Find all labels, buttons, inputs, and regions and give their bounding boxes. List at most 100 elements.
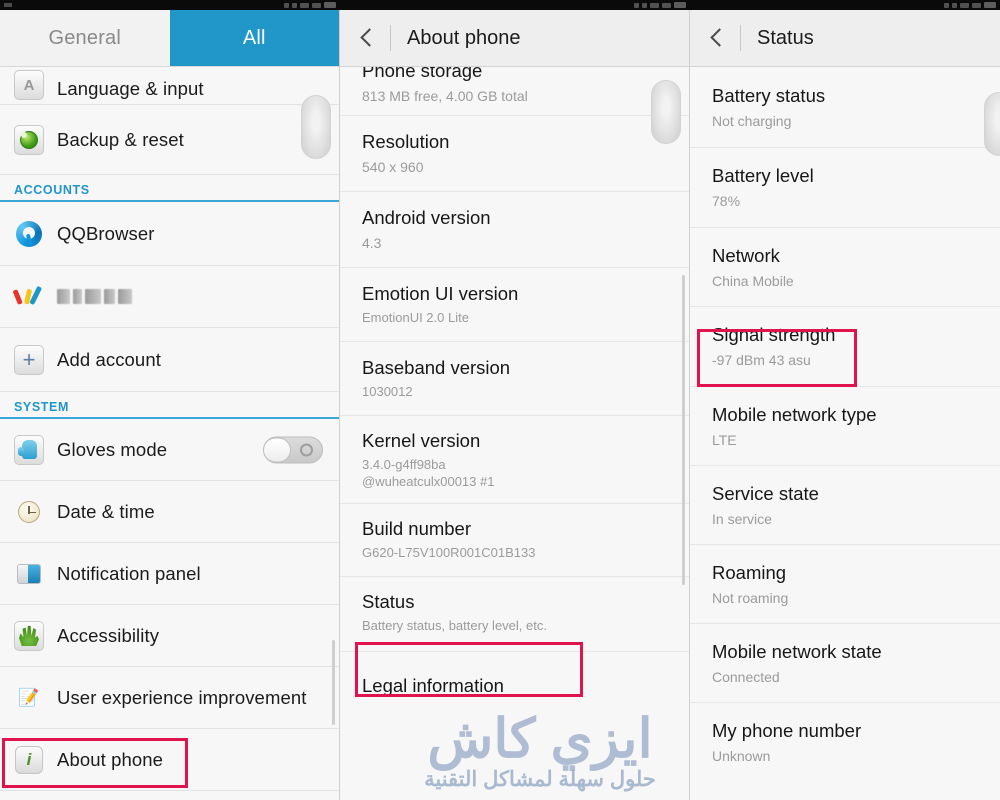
sidebar-item-date-time[interactable]: Date & time: [0, 481, 339, 543]
notification-icon: [944, 2, 949, 8]
info-row-value: Unknown: [712, 748, 771, 765]
info-row-title: Status: [362, 590, 415, 612]
sidebar-item-label: About phone: [57, 748, 164, 770]
status-bar-segment-right: [690, 0, 1000, 10]
toggle-off-marker: [300, 443, 313, 456]
info-row-value: 3.4.0-g4ff98ba @wuheatculx00013 #1: [362, 457, 495, 490]
sidebar-item-notification-panel[interactable]: Notification panel: [0, 543, 339, 605]
section-header-label: SYSTEM: [14, 400, 69, 414]
sidebar-item-label: Date & time: [57, 500, 155, 522]
sidebar-item-label: Accessibility: [57, 624, 160, 646]
info-row-value: 4.3: [362, 235, 382, 252]
info-row-roaming[interactable]: Roaming Not roaming: [690, 545, 1000, 625]
sidebar-item-user-experience-improvement[interactable]: 📝 User experience improvement: [0, 667, 339, 729]
left-panel-scrollbar-track[interactable]: [332, 640, 335, 725]
info-row-value: Connected: [712, 669, 780, 686]
settings-triple-panel-screenshot: General All A Language & input Backup & …: [0, 0, 1000, 800]
sync-icon: [952, 2, 957, 8]
info-row-value: EmotionUI 2.0 Lite: [362, 310, 469, 326]
settings-tabbar: General All: [0, 10, 339, 67]
info-row-value: -97 dBm 43 asu: [712, 352, 811, 369]
info-row-phone-storage[interactable]: Phone storage 813 MB free, 4.00 GB total: [340, 59, 689, 117]
info-row-title: Android version: [362, 207, 491, 229]
sidebar-item-about-phone[interactable]: i About phone: [0, 729, 339, 791]
info-row-title: Battery status: [712, 85, 826, 106]
info-row-resolution[interactable]: Resolution 540 x 960: [340, 116, 689, 193]
settings-items-list[interactable]: A Language & input Backup & reset ACCOUN…: [0, 67, 339, 800]
about-phone-panel: About phone Phone storage 813 MB free, 4…: [340, 0, 690, 800]
info-row-value: Battery status, battery level, etc.: [362, 617, 547, 633]
info-row-signal-strength[interactable]: Signal strength -97 dBm 43 asu: [690, 307, 1000, 387]
battery-icon: [984, 2, 996, 8]
section-header-accounts: ACCOUNTS: [0, 175, 339, 202]
wifi-icon: [312, 2, 321, 8]
info-row-title: Emotion UI version: [362, 283, 519, 305]
about-phone-rows[interactable]: Phone storage 813 MB free, 4.00 GB total…: [340, 60, 689, 800]
info-row-value: 813 MB free, 4.00 GB total: [362, 87, 528, 104]
status-bar-segment-left: [0, 0, 340, 10]
tab-general[interactable]: General: [0, 10, 170, 66]
info-row-mobile-network-type[interactable]: Mobile network type LTE: [690, 387, 1000, 466]
gloves-mode-toggle[interactable]: [263, 436, 323, 463]
status-rows[interactable]: Battery status Not charging Battery leve…: [690, 67, 1000, 800]
sidebar-item-add-account[interactable]: + Add account: [0, 328, 339, 392]
tab-general-label: General: [48, 26, 122, 49]
sidebar-item-qqbrowser[interactable]: QQBrowser: [0, 202, 339, 266]
sync-icon: [642, 2, 647, 8]
info-row-kernel-version[interactable]: Kernel version 3.4.0-g4ff98ba @wuheatcul…: [340, 416, 689, 504]
info-row-service-state[interactable]: Service state In service: [690, 466, 1000, 545]
tab-all[interactable]: All: [169, 10, 339, 66]
right-panel-scrollbar-thumb[interactable]: [984, 92, 1000, 156]
clock-icon: [14, 497, 44, 527]
info-row-value: 1030012: [362, 384, 413, 400]
info-row-title: Battery level: [712, 165, 814, 187]
info-row-mobile-network-state[interactable]: Mobile network state Connected: [690, 624, 1000, 704]
page-title: Status: [757, 26, 814, 49]
battery-icon: [674, 2, 686, 8]
info-row-network[interactable]: Network China Mobile: [690, 228, 1000, 308]
sidebar-item-accessibility[interactable]: Accessibility: [0, 605, 339, 667]
info-row-title: Build number: [362, 517, 472, 539]
signal-icon: [300, 2, 309, 8]
battery-icon: [324, 2, 336, 8]
left-panel-scrollbar-thumb[interactable]: [301, 95, 331, 159]
signal-icon: [650, 2, 659, 8]
info-row-battery-level[interactable]: Battery level 78%: [690, 148, 1000, 229]
section-header-system: SYSTEM: [0, 392, 339, 419]
info-row-title: Service state: [712, 482, 819, 504]
info-row-title: Roaming: [712, 561, 787, 583]
sync-icon: [292, 2, 297, 8]
info-row-value: China Mobile: [712, 273, 794, 290]
toggle-knob: [263, 437, 291, 462]
sidebar-item-backup-reset[interactable]: Backup & reset: [0, 105, 339, 175]
info-row-build-number[interactable]: Build number G620-L75V100R001C01B133: [340, 504, 689, 577]
sidebar-item-account-blurred[interactable]: [0, 266, 339, 328]
sidebar-item-gloves-mode[interactable]: Gloves mode: [0, 419, 339, 481]
add-account-icon: +: [14, 344, 44, 375]
mid-panel-scrollbar-track[interactable]: [682, 275, 685, 585]
back-chevron-icon[interactable]: [354, 25, 380, 51]
info-row-android-version[interactable]: Android version 4.3: [340, 192, 689, 269]
info-row-status[interactable]: Status Battery status, battery level, et…: [340, 577, 689, 652]
info-row-baseband-version[interactable]: Baseband version 1030012: [340, 342, 689, 417]
info-row-title: Network: [712, 245, 780, 267]
sidebar-item-language-input[interactable]: A Language & input: [0, 67, 339, 105]
about-phone-header: About phone: [340, 10, 689, 67]
notification-panel-icon: [14, 559, 44, 589]
info-row-emotion-ui-version[interactable]: Emotion UI version EmotionUI 2.0 Lite: [340, 268, 689, 343]
info-row-legal-information[interactable]: Legal information: [340, 652, 689, 709]
mid-panel-scrollbar-thumb[interactable]: [651, 80, 681, 144]
notification-icon: [284, 2, 289, 8]
wifi-icon: [972, 2, 981, 8]
info-row-value: In service: [712, 510, 772, 527]
signal-icon: [960, 2, 969, 8]
backup-reset-icon: [14, 124, 44, 155]
sidebar-item-label: Notification panel: [57, 562, 201, 584]
info-row-title: Mobile network type: [712, 403, 877, 425]
sidebar-item-label: Add account: [57, 348, 161, 370]
info-row-my-phone-number[interactable]: My phone number Unknown: [690, 703, 1000, 775]
back-chevron-icon[interactable]: [704, 25, 730, 51]
account-name-redacted: [57, 289, 132, 304]
info-row-battery-status[interactable]: Battery status Not charging: [690, 67, 1000, 149]
wifi-icon: [662, 2, 671, 8]
